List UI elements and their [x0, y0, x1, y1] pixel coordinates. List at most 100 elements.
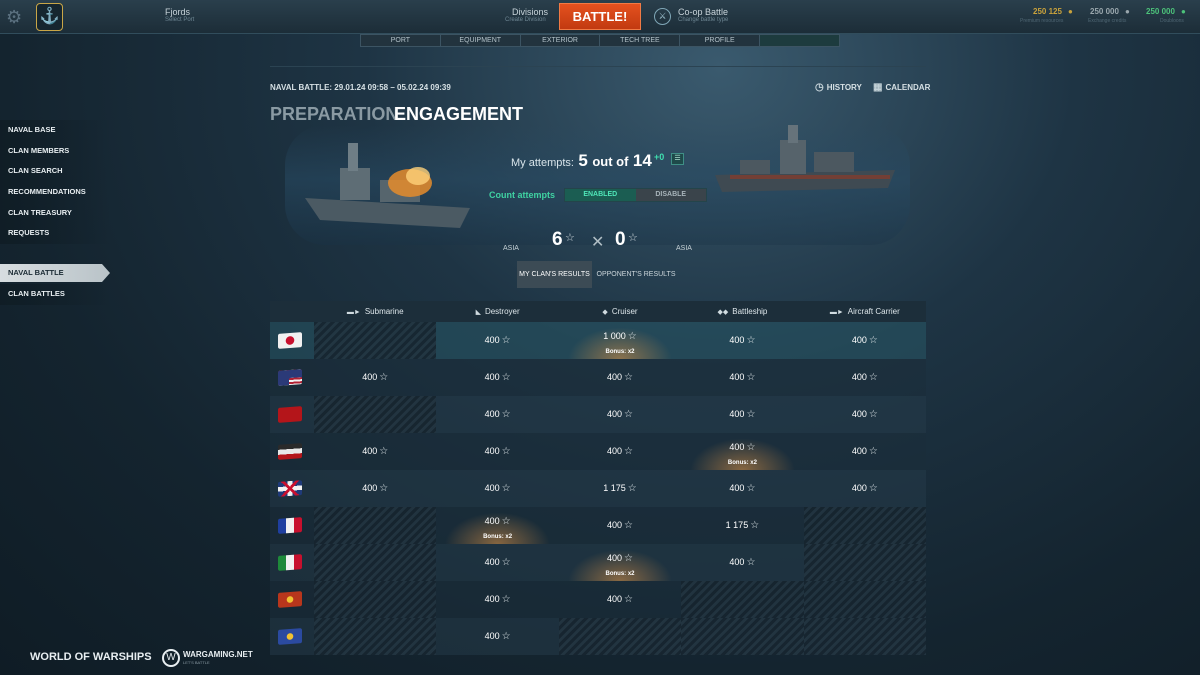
cell-battleship[interactable]: 400 ☆	[681, 544, 803, 581]
wargaming-logo-icon: W	[162, 649, 180, 667]
column-label: Aircraft Carrier	[847, 307, 900, 316]
sidebar-item-clan-treasury[interactable]: CLAN TREASURY	[0, 202, 110, 224]
cell-value: 400	[607, 553, 623, 563]
tab-tech-tree[interactable]: TECH TREE	[600, 35, 681, 46]
port-name[interactable]: Fjords	[165, 7, 190, 17]
battle-mode-icon[interactable]: ⚔	[654, 8, 671, 25]
japan-flag-icon[interactable]	[278, 332, 302, 349]
tab-exterior[interactable]: EXTERIOR	[521, 35, 601, 46]
cell-cruiser[interactable]: 1 000 ☆ Bonus: x2	[558, 322, 682, 359]
tab-clan[interactable]	[760, 35, 839, 46]
results-table: ▬► Submarine ◣ Destroyer ◆ Cruiser ◆◆ Battle…	[270, 301, 927, 655]
uk-flag-icon[interactable]	[278, 480, 302, 497]
history-link[interactable]: ◷ HISTORY	[815, 82, 862, 93]
sidebar-item-recommendations[interactable]: RECOMMENDATIONS	[0, 182, 110, 203]
sidebar-item-naval-base[interactable]: NAVAL BASE	[0, 120, 110, 141]
battle-mode-subtitle: Change battle type	[678, 17, 729, 23]
cell-cruiser[interactable]: 400 ☆	[559, 359, 681, 396]
star-icon: ☆	[501, 372, 511, 383]
cell-submarine[interactable]: 400 ☆	[314, 470, 436, 507]
cell-aircraft-carrier[interactable]: 400 ☆	[804, 470, 926, 507]
star-icon: ☆	[501, 557, 511, 568]
cell-aircraft-carrier[interactable]: 400 ☆	[804, 322, 926, 359]
cell-cruiser[interactable]: 400 ☆	[559, 507, 681, 544]
battle-mode-name[interactable]: Co-op Battle	[678, 7, 728, 17]
germany-flag-icon[interactable]	[278, 443, 302, 460]
nation-cell	[270, 470, 314, 507]
italy-flag-icon[interactable]	[278, 554, 302, 571]
tab-my-clan-results[interactable]: MY CLAN'S RESULTS	[517, 261, 592, 288]
resource-value-doubloons[interactable]: 250 000	[1146, 7, 1175, 16]
sidebar-item-clan-members[interactable]: CLAN MEMBERS	[0, 140, 110, 162]
nation-cell	[270, 433, 314, 470]
cell-battleship[interactable]: 400 ☆	[681, 470, 803, 507]
world-of-warships-logo: WORLD OF WARSHIPS	[30, 651, 152, 663]
column-label: Battleship	[732, 307, 768, 316]
calendar-link[interactable]: ▦ CALENDAR	[873, 82, 930, 93]
enabled-button[interactable]: ENABLED	[565, 189, 636, 201]
resource-value-premium[interactable]: 250 125	[1033, 7, 1062, 16]
cell-value: 400	[729, 372, 745, 382]
star-icon: ☆	[868, 335, 878, 346]
attempts-used: 5	[578, 151, 588, 170]
cell-battleship[interactable]: 1 175 ☆	[681, 507, 803, 544]
tab-engagement[interactable]: ENGAGEMENT	[394, 104, 523, 125]
cell-value: 400	[484, 372, 500, 382]
cell-aircraft-carrier	[803, 544, 927, 581]
cell-destroyer[interactable]: 400 ☆	[436, 322, 558, 359]
cell-submarine[interactable]: 400 ☆	[314, 359, 436, 396]
cell-cruiser[interactable]: 1 175 ☆	[559, 470, 681, 507]
cell-destroyer[interactable]: 400 ☆	[436, 359, 558, 396]
cell-submarine	[314, 618, 437, 655]
table-row: 400 ☆ 400 ☆ 400 ☆ 400 ☆ Bonus: x2 400 ☆	[270, 433, 926, 470]
cell-destroyer[interactable]: 400 ☆	[436, 433, 558, 470]
cell-destroyer[interactable]: 400 ☆	[436, 544, 558, 581]
cell-destroyer[interactable]: 400 ☆	[436, 618, 558, 655]
attempts-list-icon[interactable]: ☰	[671, 153, 684, 165]
resource-value-credits[interactable]: 250 000	[1090, 7, 1119, 16]
cell-cruiser[interactable]: 400 ☆ Bonus: x2	[558, 544, 682, 581]
cell-battleship[interactable]: 400 ☆	[681, 359, 803, 396]
divisions-button[interactable]: Divisions	[512, 7, 548, 17]
tab-preparation[interactable]: PREPARATION	[270, 104, 398, 125]
nation-cell	[270, 581, 314, 618]
disable-button[interactable]: DISABLE	[635, 189, 706, 201]
cell-destroyer[interactable]: 400 ☆ Bonus: x2	[436, 507, 559, 544]
cell-submarine[interactable]: 400 ☆	[314, 433, 436, 470]
star-icon: ☆	[379, 372, 389, 383]
cell-aircraft-carrier[interactable]: 400 ☆	[804, 359, 926, 396]
top-bar: ⚙ ⚓ Fjords Select Port Divisions Create …	[0, 0, 1200, 34]
cell-battleship[interactable]: 400 ☆	[681, 322, 803, 359]
star-icon: ☆	[624, 372, 634, 383]
cell-battleship[interactable]: 400 ☆	[681, 396, 803, 433]
sidebar-item-clan-battles[interactable]: CLAN BATTLES	[0, 284, 110, 305]
ussr-flag-icon[interactable]	[278, 406, 302, 423]
cell-destroyer[interactable]: 400 ☆	[436, 581, 558, 618]
usa-flag-icon[interactable]	[278, 369, 302, 386]
cell-aircraft-carrier[interactable]: 400 ☆	[804, 396, 926, 433]
settings-gear-icon[interactable]: ⚙	[6, 8, 28, 26]
tab-port[interactable]: PORT	[361, 35, 441, 46]
tab-opponent-results[interactable]: OPPONENT'S RESULTS	[596, 261, 676, 288]
france-flag-icon[interactable]	[278, 517, 302, 534]
tab-equipment[interactable]: EQUIPMENT	[441, 35, 521, 46]
anchor-emblem-icon[interactable]: ⚓	[36, 3, 63, 31]
sidebar-item-naval-battle[interactable]: NAVAL BATTLE	[0, 264, 110, 282]
sidebar-item-requests[interactable]: REQUESTS	[0, 223, 110, 245]
battle-button[interactable]: BATTLE!	[559, 3, 641, 30]
cell-aircraft-carrier[interactable]: 400 ☆	[804, 433, 926, 470]
cell-cruiser[interactable]: 400 ☆	[559, 396, 681, 433]
pan-asia-flag-icon[interactable]	[278, 591, 302, 608]
cell-destroyer[interactable]: 400 ☆	[436, 396, 558, 433]
cell-cruiser[interactable]: 400 ☆	[559, 581, 681, 618]
cell-cruiser[interactable]: 400 ☆	[559, 433, 681, 470]
table-header: ▬► Submarine ◣ Destroyer ◆ Cruiser ◆◆ Battle…	[270, 301, 926, 322]
tab-profile[interactable]: PROFILE	[680, 35, 761, 46]
sidebar-item-clan-search[interactable]: CLAN SEARCH	[0, 161, 110, 183]
cell-destroyer[interactable]: 400 ☆	[436, 470, 558, 507]
cell-battleship[interactable]: 400 ☆ Bonus: x2	[681, 433, 804, 470]
table-row: 400 ☆ 400 ☆ 400 ☆ 400 ☆	[270, 396, 926, 433]
cell-cruiser	[558, 618, 682, 655]
europe-flag-icon[interactable]	[278, 628, 302, 645]
bonus-tag: Bonus: x2	[605, 571, 635, 577]
